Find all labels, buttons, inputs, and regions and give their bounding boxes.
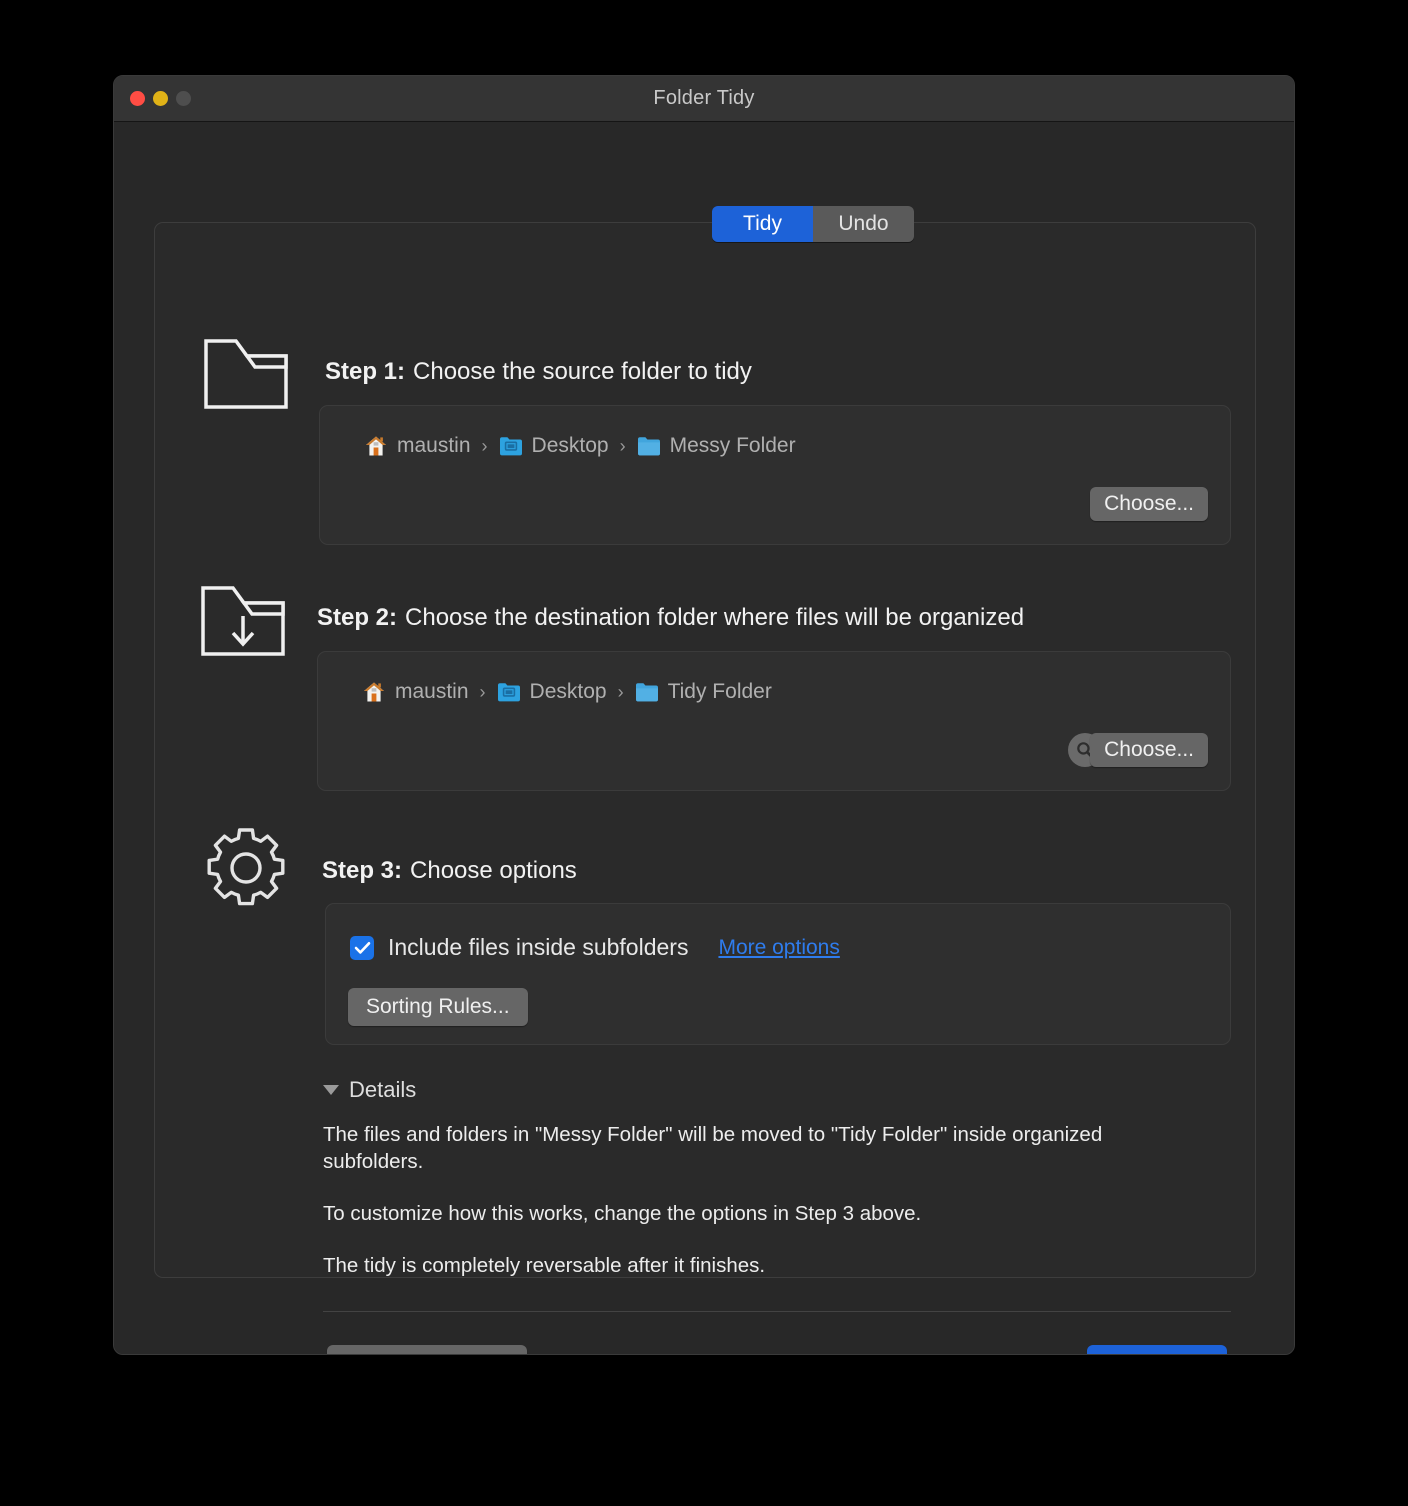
breadcrumb-label-home: maustin xyxy=(395,680,469,703)
breadcrumb-label-desktop: Desktop xyxy=(529,680,607,703)
tidy-button[interactable]: Tidy xyxy=(1087,1345,1227,1354)
chevron-down-icon xyxy=(323,1085,339,1095)
window-body: Tidy Undo Step 1: Choose the source folde… xyxy=(114,122,1294,1354)
zoom-button[interactable] xyxy=(176,91,191,106)
minimize-button[interactable] xyxy=(153,91,168,106)
details-paragraph-2: To customize how this works, change the … xyxy=(323,1202,922,1225)
home-icon xyxy=(362,680,386,704)
breadcrumb-item-folder[interactable]: Tidy Folder xyxy=(635,680,772,704)
breadcrumb-label-folder: Tidy Folder xyxy=(667,680,772,703)
destination-folder-box: maustin › Desktop › Tidy Folder Choose..… xyxy=(317,651,1231,791)
include-subfolders-row: Include files inside subfolders More opt… xyxy=(350,934,840,961)
source-breadcrumb[interactable]: maustin › Desktop › Messy Folder xyxy=(364,434,796,458)
window-controls xyxy=(130,76,191,121)
breadcrumb-item-folder[interactable]: Messy Folder xyxy=(637,434,796,458)
details-paragraph-1: The files and folders in "Messy Folder" … xyxy=(323,1123,1103,1173)
breadcrumb-label-home: maustin xyxy=(397,434,471,457)
details-body: The files and folders in "Messy Folder" … xyxy=(323,1121,1153,1279)
folder-icon xyxy=(635,681,659,703)
breadcrumb-separator: › xyxy=(481,435,488,456)
folder-tidy-window: Folder Tidy Tidy Undo Step 1: Choose the … xyxy=(113,75,1295,1355)
step-1-heading: Choose the source folder to tidy xyxy=(413,358,752,385)
breadcrumb-item-home[interactable]: maustin xyxy=(362,680,469,704)
details-paragraph-3: The tidy is completely reversable after … xyxy=(323,1254,766,1277)
breadcrumb-separator: › xyxy=(479,681,486,702)
app-tutorial-button[interactable]: App Tutorial xyxy=(327,1345,527,1354)
mode-segmented-control[interactable]: Tidy Undo xyxy=(712,206,914,242)
tab-undo[interactable]: Undo xyxy=(813,206,914,242)
breadcrumb-label-folder: Messy Folder xyxy=(669,434,796,457)
source-folder-box: maustin › Desktop › Messy Folder Choose.… xyxy=(319,405,1231,545)
desktop-folder-icon xyxy=(499,435,523,457)
details-disclosure[interactable]: Details xyxy=(323,1077,416,1103)
main-panel: Step 1: Choose the source folder to tidy xyxy=(154,222,1256,1354)
step-1-number: Step 1: xyxy=(325,358,406,385)
window-titlebar: Folder Tidy xyxy=(114,76,1294,122)
breadcrumb-label-desktop: Desktop xyxy=(531,434,609,457)
more-options-link[interactable]: More options xyxy=(718,936,839,960)
step-1-title: Step 1: Choose the source folder to tidy xyxy=(325,358,752,386)
breadcrumb-separator: › xyxy=(619,435,626,456)
source-choose-button[interactable]: Choose... xyxy=(1090,487,1208,521)
home-icon xyxy=(364,434,388,458)
options-box: Include files inside subfolders More opt… xyxy=(325,903,1231,1045)
folder-outline-icon xyxy=(203,336,289,412)
breadcrumb-item-desktop[interactable]: Desktop xyxy=(499,434,609,458)
sorting-rules-button[interactable]: Sorting Rules... xyxy=(348,988,528,1026)
step-2-number: Step 2: xyxy=(317,604,398,631)
destination-breadcrumb[interactable]: maustin › Desktop › Tidy Folder xyxy=(362,680,772,704)
include-subfolders-checkbox[interactable] xyxy=(350,935,374,960)
folder-download-icon xyxy=(200,583,286,659)
step-3-number: Step 3: xyxy=(322,857,403,884)
step-3-heading: Choose options xyxy=(410,857,577,884)
destination-choose-button[interactable]: Choose... xyxy=(1090,733,1208,767)
folder-icon xyxy=(637,435,661,457)
gear-icon xyxy=(203,825,289,911)
tab-tidy[interactable]: Tidy xyxy=(712,206,813,242)
include-subfolders-label: Include files inside subfolders xyxy=(388,934,689,960)
breadcrumb-separator: › xyxy=(617,681,624,702)
desktop-folder-icon xyxy=(497,681,521,703)
close-button[interactable] xyxy=(130,91,145,106)
details-toggle-label: Details xyxy=(349,1077,417,1102)
step-2-heading: Choose the destination folder where file… xyxy=(405,604,1025,631)
step-2-title: Step 2: Choose the destination folder whe… xyxy=(317,604,1024,632)
breadcrumb-item-home[interactable]: maustin xyxy=(364,434,471,458)
breadcrumb-item-desktop[interactable]: Desktop xyxy=(497,680,607,704)
step-3-title: Step 3: Choose options xyxy=(322,857,577,885)
window-title: Folder Tidy xyxy=(653,87,755,109)
footer-divider xyxy=(323,1311,1231,1312)
